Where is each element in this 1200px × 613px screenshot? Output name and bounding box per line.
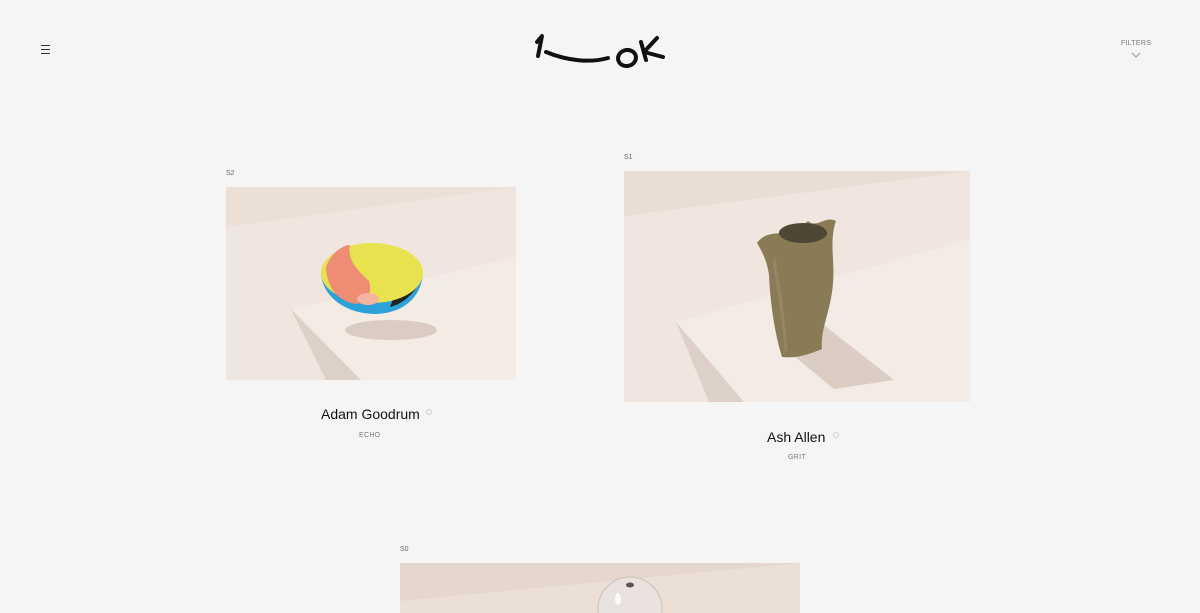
brand-logo[interactable]	[528, 28, 672, 76]
hamburger-menu-icon	[41, 45, 50, 46]
product-card-ash-allen: S1 Ash Allen GRIT	[624, 154, 970, 474]
bowl-image	[226, 187, 516, 380]
filters-label: FILTERS	[1120, 40, 1152, 47]
filters-button[interactable]: FILTERS	[1110, 40, 1162, 58]
vase-image	[624, 171, 970, 402]
product-image-bowl[interactable]	[226, 187, 516, 380]
product-image-vase[interactable]	[624, 171, 970, 402]
sphere-image	[400, 563, 800, 613]
menu-button[interactable]	[41, 45, 50, 54]
status-dot	[833, 432, 839, 438]
product-index: S2	[226, 170, 235, 177]
series-name[interactable]: GRIT	[788, 454, 806, 461]
designer-name[interactable]: Ash Allen	[767, 429, 825, 445]
status-dot	[426, 409, 432, 415]
product-index: S1	[624, 154, 633, 161]
product-card-adam-goodrum: S2 Adam Goodrum ECHO	[226, 170, 516, 450]
series-name[interactable]: ECHO	[359, 432, 380, 439]
product-index: S0	[400, 546, 409, 553]
product-card-s0: S0	[400, 546, 800, 613]
chevron-down-icon	[1131, 52, 1141, 58]
product-image-sphere[interactable]	[400, 563, 800, 613]
logo-icon	[535, 34, 665, 69]
designer-name[interactable]: Adam Goodrum	[321, 406, 420, 422]
